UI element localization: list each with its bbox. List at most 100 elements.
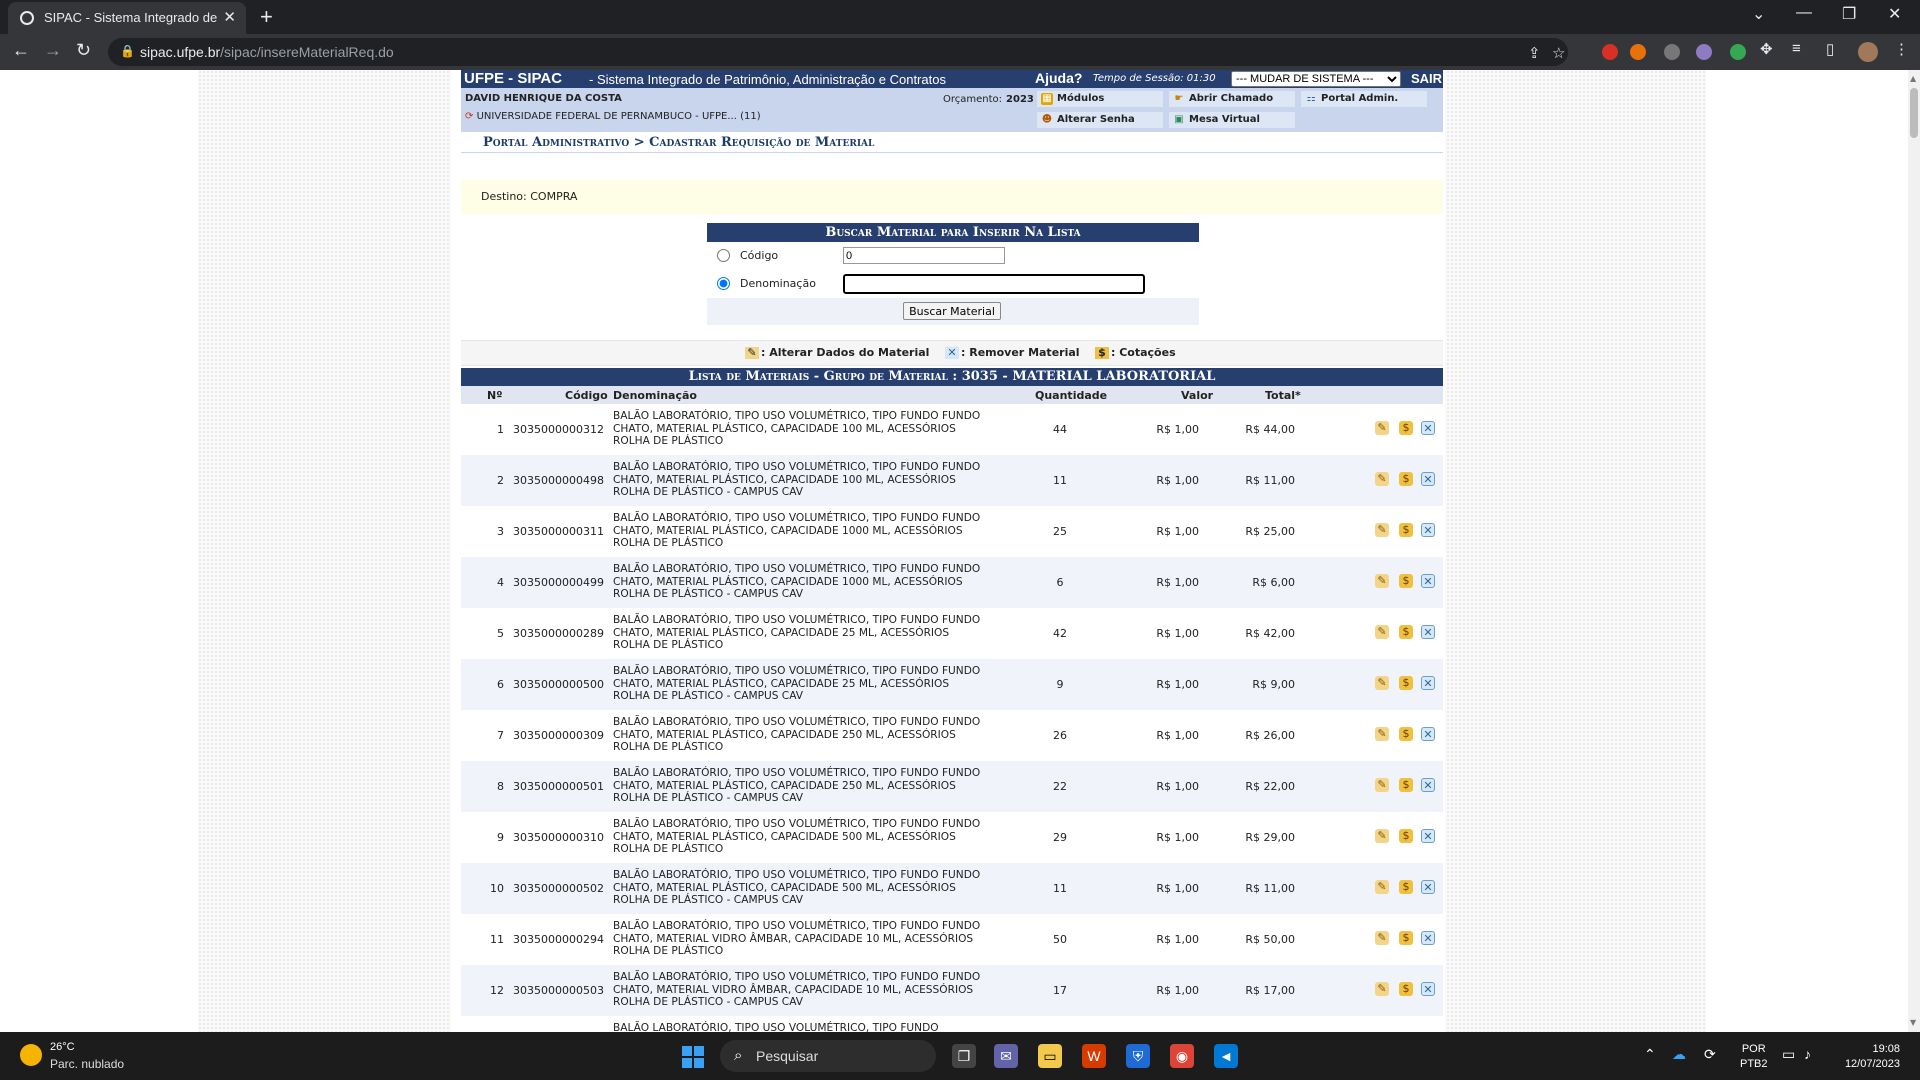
edit-material-icon[interactable]: ✎ [1375, 727, 1389, 741]
buscar-material-button[interactable]: Buscar Material [903, 302, 1001, 320]
extensions-puzzle-icon[interactable]: ✥ [1760, 40, 1773, 58]
security-shield-icon[interactable]: ⛨ [1126, 1044, 1150, 1068]
codigo-radio[interactable] [717, 249, 730, 262]
sipac-logo[interactable]: UFPE - SIPAC [464, 70, 562, 87]
denominacao-radio[interactable] [717, 277, 730, 290]
browser-tab[interactable]: SIPAC - Sistema Integrado de Pat ✕ [8, 2, 246, 34]
weather-icon[interactable] [20, 1044, 42, 1066]
scroll-down-icon[interactable]: ▼ [1910, 1018, 1916, 1027]
bookmark-star-icon[interactable]: ☆ [1552, 44, 1565, 62]
remove-material-icon[interactable]: ✕ [1421, 625, 1435, 639]
teams-chat-icon[interactable]: ✉ [994, 1044, 1018, 1068]
system-clock[interactable]: 19:08 12/07/2023 [1834, 1042, 1900, 1072]
edit-material-icon[interactable]: ✎ [1375, 574, 1389, 588]
page-scrollbar[interactable]: ▲ ▼ [1908, 70, 1920, 1032]
abrir-chamado-button[interactable]: ☛ Abrir Chamado [1169, 91, 1295, 107]
edit-material-icon[interactable]: ✎ [1375, 472, 1389, 486]
quotes-icon[interactable]: $ [1399, 625, 1413, 639]
close-window-button[interactable]: ✕ [1888, 4, 1901, 24]
network-icon[interactable]: ▭ [1782, 1046, 1795, 1063]
edit-material-icon[interactable]: ✎ [1375, 778, 1389, 792]
quotes-icon[interactable]: $ [1399, 421, 1413, 435]
sync-icon[interactable]: ⟳ [1704, 1046, 1716, 1063]
extension-icon[interactable] [1664, 44, 1680, 60]
remove-material-icon[interactable]: ✕ [1421, 880, 1435, 894]
reading-list-icon[interactable]: ≡ [1792, 40, 1801, 57]
edit-material-icon[interactable]: ✎ [1375, 982, 1389, 996]
minimize-button[interactable]: — [1796, 4, 1812, 22]
row-valor: R$ 1,00 [1156, 984, 1199, 997]
help-link[interactable]: Ajuda? [1035, 70, 1082, 86]
windows-start-icon[interactable] [682, 1046, 704, 1068]
denominacao-input[interactable] [843, 274, 1145, 294]
browser-menu-icon[interactable]: ⋮ [1894, 40, 1909, 58]
quotes-icon[interactable]: $ [1399, 574, 1413, 588]
mesa-virtual-button[interactable]: ▣ Mesa Virtual [1169, 112, 1295, 128]
remove-material-icon[interactable]: ✕ [1421, 574, 1435, 588]
extension-icon[interactable] [1730, 44, 1746, 60]
scroll-up-icon[interactable]: ▲ [1910, 74, 1916, 83]
address-bar[interactable]: 🔒 sipac.ufpe.br/sipac/insereMaterialReq.… [108, 38, 1568, 66]
change-unit-icon[interactable]: ⟳ [465, 111, 473, 122]
weather-temperature[interactable]: 26°C [50, 1041, 75, 1053]
side-panel-icon[interactable]: ▯ [1826, 40, 1834, 58]
remove-material-icon[interactable]: ✕ [1421, 931, 1435, 945]
edit-material-icon[interactable]: ✎ [1375, 676, 1389, 690]
logout-link[interactable]: SAIR [1411, 71, 1442, 86]
remove-material-icon[interactable]: ✕ [1421, 778, 1435, 792]
alterar-senha-button[interactable]: ☻ Alterar Senha [1037, 112, 1163, 128]
remove-material-icon[interactable]: ✕ [1421, 472, 1435, 486]
quotes-icon[interactable]: $ [1399, 982, 1413, 996]
remove-material-icon[interactable]: ✕ [1421, 676, 1435, 690]
edit-material-icon[interactable]: ✎ [1375, 829, 1389, 843]
weather-condition[interactable]: Parc. nublado [50, 1057, 124, 1071]
new-tab-button[interactable]: + [260, 4, 273, 30]
task-view-icon[interactable]: ❐ [952, 1044, 976, 1068]
scrollbar-thumb[interactable] [1910, 88, 1918, 138]
extension-icon[interactable] [1696, 44, 1712, 60]
edit-material-icon[interactable]: ✎ [1375, 625, 1389, 639]
edit-material-icon[interactable]: ✎ [1375, 880, 1389, 894]
codigo-input[interactable] [843, 247, 1005, 264]
restore-button[interactable]: ❐ [1842, 4, 1856, 24]
onedrive-cloud-icon[interactable]: ☁ [1672, 1046, 1686, 1063]
lock-icon[interactable]: 🔒 [120, 44, 135, 58]
quotes-icon[interactable]: $ [1399, 472, 1413, 486]
remove-material-icon[interactable]: ✕ [1421, 829, 1435, 843]
quotes-icon[interactable]: $ [1399, 727, 1413, 741]
vscode-icon[interactable]: ◄ [1214, 1044, 1238, 1068]
quotes-icon[interactable]: $ [1399, 778, 1413, 792]
metamask-extension-icon[interactable] [1630, 44, 1646, 60]
chrome-icon[interactable]: ◉ [1170, 1044, 1194, 1068]
extension-icon[interactable] [1602, 44, 1618, 60]
quotes-icon[interactable]: $ [1399, 523, 1413, 537]
portal-admin-button[interactable]: ⚏ Portal Admin. [1301, 91, 1427, 107]
remove-material-icon[interactable]: ✕ [1421, 523, 1435, 537]
edit-material-icon[interactable]: ✎ [1375, 931, 1389, 945]
back-arrow-icon[interactable]: ← [12, 40, 30, 61]
tab-close-icon[interactable]: ✕ [223, 8, 236, 26]
remove-material-icon[interactable]: ✕ [1421, 727, 1435, 741]
input-language[interactable]: POR PTB2 [1740, 1042, 1768, 1072]
office-app-icon[interactable]: W [1082, 1044, 1106, 1068]
remove-material-icon[interactable]: ✕ [1421, 982, 1435, 996]
edit-material-icon[interactable]: ✎ [1375, 523, 1389, 537]
quotes-icon[interactable]: $ [1399, 880, 1413, 894]
modulos-button[interactable]: ▦ Módulos [1037, 91, 1163, 107]
url-text[interactable]: sipac.ufpe.br/sipac/insereMaterialReq.do [140, 44, 394, 60]
quotes-icon[interactable]: $ [1399, 676, 1413, 690]
file-explorer-icon[interactable]: ▭ [1038, 1044, 1062, 1068]
reload-icon[interactable]: ↻ [76, 40, 91, 61]
forward-arrow-icon[interactable]: → [44, 40, 62, 61]
change-system-select[interactable]: --- MUDAR DE SISTEMA --- [1231, 71, 1401, 87]
remove-material-icon[interactable]: ✕ [1421, 421, 1435, 435]
quotes-icon[interactable]: $ [1399, 829, 1413, 843]
taskbar-search[interactable]: ⌕ Pesquisar [720, 1040, 936, 1072]
profile-avatar[interactable] [1858, 42, 1878, 62]
share-icon[interactable]: ⇪ [1528, 44, 1541, 62]
quotes-icon[interactable]: $ [1399, 931, 1413, 945]
edit-material-icon[interactable]: ✎ [1375, 421, 1389, 435]
tab-search-chevron-icon[interactable]: ⌄ [1752, 4, 1765, 24]
tray-chevron-up-icon[interactable]: ⌃ [1644, 1046, 1656, 1063]
volume-icon[interactable]: ♪ [1804, 1046, 1811, 1062]
